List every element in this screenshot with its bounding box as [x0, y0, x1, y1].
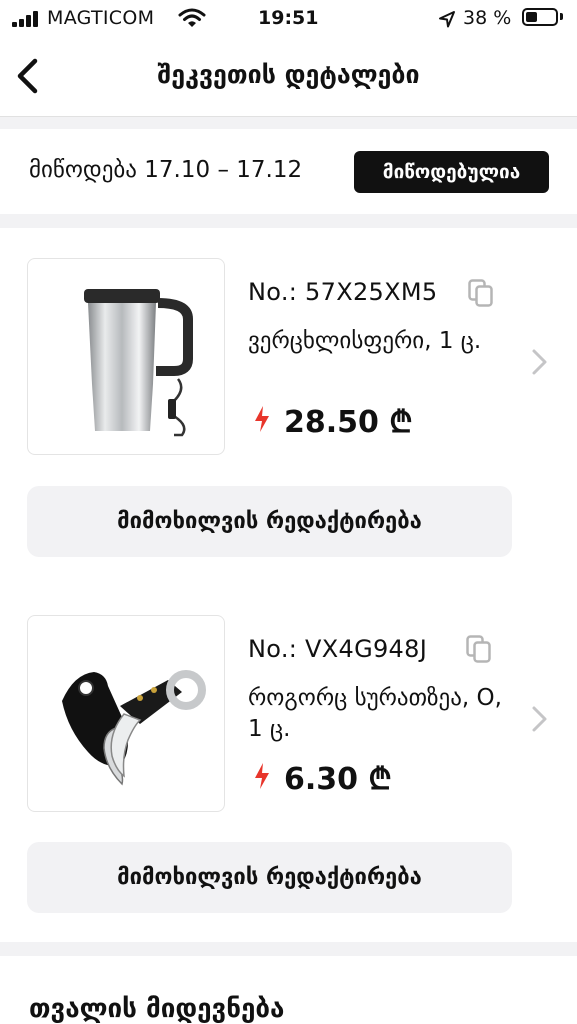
page-title: შეკვეთის დეტალები [157, 60, 420, 89]
cellular-signal-icon [12, 11, 42, 27]
battery-icon [522, 8, 558, 26]
carrier-name: MAGTICOM [47, 7, 155, 29]
order-number: No.: 57X25XM5 [248, 278, 438, 306]
order-number: No.: VX4G948J [248, 635, 428, 663]
battery-percent: 38 % [463, 7, 512, 29]
battery-tip [560, 13, 563, 20]
status-bar: MAGTICOM 19:51 38 % [0, 0, 577, 38]
wifi-icon [178, 8, 206, 27]
location-arrow-icon [439, 11, 455, 28]
edit-review-button[interactable]: მიმოხილვის რედაქტირება [27, 842, 512, 913]
edit-review-button[interactable]: მიმოხილვის რედაქტირება [27, 486, 512, 557]
section-divider [0, 214, 577, 228]
tracking-section-title[interactable]: თვალის მიდევნება [29, 994, 284, 1024]
product-image[interactable] [27, 258, 225, 455]
chevron-right-icon[interactable] [530, 705, 550, 733]
karambit-knife-image [62, 670, 206, 786]
delivery-date-range: მიწოდება 17.10 – 17.12 [29, 157, 303, 183]
product-image[interactable] [27, 615, 225, 812]
item-price: 6.30 ₾ [284, 762, 392, 797]
section-divider [0, 117, 577, 129]
chevron-right-icon[interactable] [530, 348, 550, 376]
variant-text: ვერცხლისფერი, 1 ც. [248, 328, 482, 354]
clock-time: 19:51 [258, 7, 319, 29]
lightning-icon [255, 763, 269, 789]
lightning-icon [255, 406, 269, 432]
status-badge: მიწოდებულია [354, 151, 549, 193]
variant-text: როგორც სურათზეა, O, 1 ც. [248, 685, 502, 742]
item-price: 28.50 ₾ [284, 405, 413, 440]
copy-icon[interactable] [466, 635, 492, 663]
copy-icon[interactable] [468, 279, 494, 307]
travel-mug-image [84, 289, 193, 437]
battery-level-fill [526, 12, 537, 22]
section-divider [0, 942, 577, 956]
navigation-bar: შეკვეთის დეტალები [0, 38, 577, 117]
